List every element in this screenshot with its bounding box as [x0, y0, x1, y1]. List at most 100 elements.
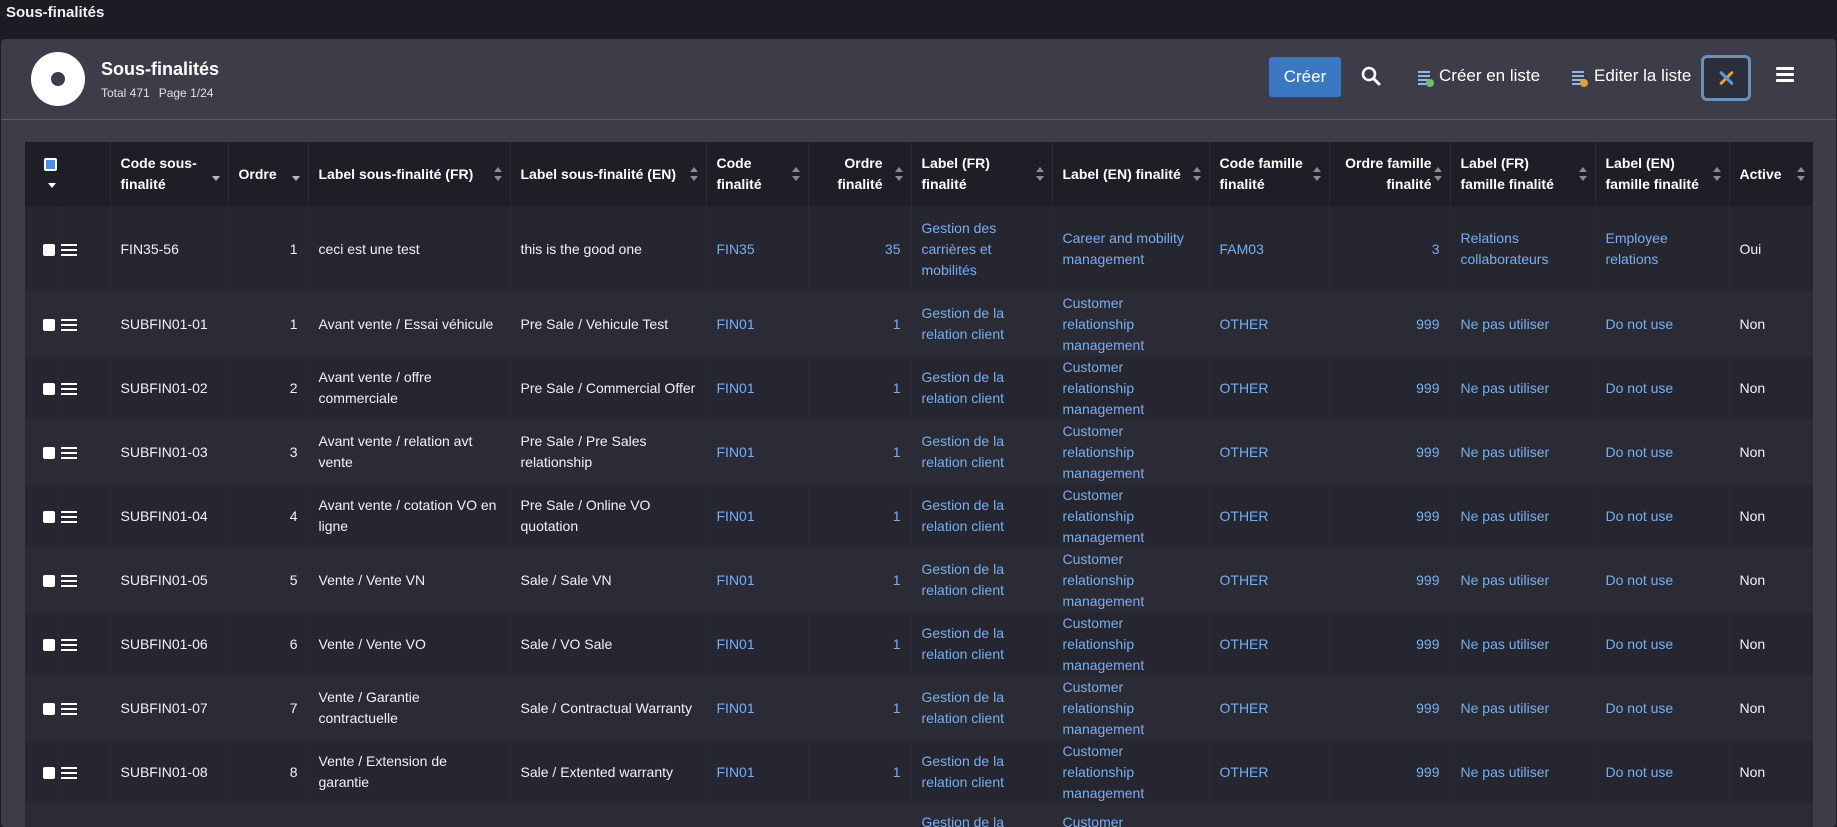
table-cell[interactable]: Ne pas utiliser — [1450, 420, 1596, 484]
table-cell[interactable]: OTHER — [1209, 612, 1330, 676]
edit-list-button[interactable]: Editer la liste — [1594, 66, 1691, 86]
table-cell[interactable]: OTHER — [1209, 420, 1330, 484]
table-cell[interactable]: 1 — [808, 420, 912, 484]
table-cell[interactable]: Ne pas utiliser — [1450, 484, 1596, 548]
sort-icon[interactable] — [894, 167, 903, 181]
select-all-header[interactable] — [25, 142, 58, 206]
table-cell[interactable]: Ne pas utiliser — [1450, 676, 1596, 740]
sort-icon[interactable] — [291, 167, 300, 181]
table-cell[interactable]: Customer relationship management — [1052, 740, 1210, 804]
sort-icon[interactable] — [1712, 167, 1721, 181]
table-cell[interactable]: 999 — [1329, 420, 1451, 484]
table-cell[interactable]: Customer relationship — [1052, 804, 1210, 827]
table-cell[interactable]: Employee relations — [1595, 206, 1730, 292]
sort-icon[interactable] — [1578, 167, 1587, 181]
table-cell[interactable]: 1 — [808, 292, 912, 356]
table-cell[interactable]: 3 — [1329, 206, 1451, 292]
row-checkbox[interactable] — [43, 382, 55, 395]
table-row[interactable]: FIN35-56 1 ceci est une test this is the go… — [25, 206, 1813, 292]
sort-icon[interactable] — [791, 167, 800, 181]
row-checkbox[interactable] — [43, 243, 55, 256]
table-cell[interactable]: FIN01 — [706, 612, 809, 676]
column-header[interactable]: Label (EN) famille finalité — [1595, 142, 1730, 206]
table-cell[interactable]: Customer relationship management — [1052, 356, 1210, 420]
select-all-checkbox[interactable] — [44, 157, 57, 171]
table-cell[interactable]: 999 — [1329, 612, 1451, 676]
table-cell[interactable]: FIN01 — [706, 676, 809, 740]
column-header[interactable]: Label sous-finalité (FR) — [308, 142, 511, 206]
table-cell[interactable]: FIN01 — [706, 740, 809, 804]
table-row[interactable]: SUBFIN01-03 3 Avant vente / relation avt v… — [25, 420, 1813, 484]
table-cell[interactable]: Do not use — [1595, 612, 1730, 676]
column-header[interactable]: Label (FR) famille finalité — [1450, 142, 1596, 206]
row-checkbox[interactable] — [43, 574, 55, 587]
table-cell[interactable] — [1209, 804, 1330, 827]
table-cell[interactable] — [808, 804, 912, 827]
table-cell[interactable]: Gestion de la relation client — [911, 484, 1053, 548]
row-checkbox[interactable] — [43, 702, 55, 715]
table-cell[interactable]: Do not use — [1595, 356, 1730, 420]
table-row[interactable]: SUBFIN01-04 4 Avant vente / cotation VO en… — [25, 484, 1813, 548]
table-cell[interactable]: 35 — [808, 206, 912, 292]
table-row[interactable]: Gestion de laCustomer relationship — [25, 804, 1813, 827]
table-cell[interactable]: Gestion de la relation client — [911, 740, 1053, 804]
table-cell[interactable]: Customer relationship management — [1052, 420, 1210, 484]
table-cell[interactable]: Customer relationship management — [1052, 548, 1210, 612]
table-cell[interactable]: OTHER — [1209, 740, 1330, 804]
column-header[interactable]: Active — [1729, 142, 1813, 206]
search-icon[interactable] — [1361, 66, 1381, 86]
column-header[interactable]: Ordre finalité — [808, 142, 912, 206]
row-menu-icon[interactable] — [60, 638, 77, 652]
column-header[interactable]: Label sous-finalité (EN) — [510, 142, 707, 206]
table-cell[interactable]: Gestion des carrières et mobilités — [911, 206, 1053, 292]
table-cell[interactable] — [1450, 804, 1596, 827]
sort-icon[interactable] — [1312, 167, 1321, 181]
table-row[interactable]: SUBFIN01-07 7 Vente / Garantie contractuel… — [25, 676, 1813, 740]
table-cell[interactable]: 999 — [1329, 292, 1451, 356]
table-cell[interactable]: Ne pas utiliser — [1450, 612, 1596, 676]
table-row[interactable]: SUBFIN01-06 6 Vente / Vente VO Sale / VO Sa… — [25, 612, 1813, 676]
sort-icon[interactable] — [1035, 167, 1044, 181]
table-cell[interactable]: 999 — [1329, 548, 1451, 612]
table-cell[interactable]: 1 — [808, 740, 912, 804]
table-cell[interactable]: OTHER — [1209, 548, 1330, 612]
table-cell[interactable]: Do not use — [1595, 292, 1730, 356]
table-cell[interactable]: 999 — [1329, 676, 1451, 740]
table-cell[interactable]: FIN01 — [706, 548, 809, 612]
table-cell[interactable]: 999 — [1329, 740, 1451, 804]
table-cell[interactable]: Gestion de la relation client — [911, 356, 1053, 420]
table-row[interactable]: SUBFIN01-05 5 Vente / Vente VN Sale / Sale … — [25, 548, 1813, 612]
table-cell[interactable]: FIN01 — [706, 484, 809, 548]
row-menu-icon[interactable] — [60, 318, 77, 332]
create-list-button[interactable]: Créer en liste — [1439, 66, 1540, 86]
table-cell[interactable]: Do not use — [1595, 676, 1730, 740]
table-row[interactable]: SUBFIN01-02 2 Avant vente / offre commerci… — [25, 356, 1813, 420]
row-menu-icon[interactable] — [60, 702, 77, 716]
table-cell[interactable]: FIN35 — [706, 206, 809, 292]
table-cell[interactable]: OTHER — [1209, 484, 1330, 548]
table-cell[interactable]: Gestion de la relation client — [911, 676, 1053, 740]
table-cell[interactable]: FAM03 — [1209, 206, 1330, 292]
table-cell[interactable]: Customer relationship management — [1052, 612, 1210, 676]
sort-icon[interactable] — [689, 167, 698, 181]
row-menu-icon[interactable] — [60, 382, 77, 396]
table-cell[interactable]: 1 — [808, 548, 912, 612]
table-cell[interactable] — [706, 804, 809, 827]
row-menu-icon[interactable] — [60, 766, 77, 780]
table-cell[interactable]: Customer relationship management — [1052, 676, 1210, 740]
table-cell[interactable]: Career and mobility management — [1052, 206, 1210, 292]
row-menu-icon[interactable] — [60, 574, 77, 588]
chevron-down-icon[interactable] — [48, 182, 56, 188]
sort-icon[interactable] — [1192, 167, 1201, 181]
table-cell[interactable]: FIN01 — [706, 356, 809, 420]
column-header[interactable]: Label (EN) finalité — [1052, 142, 1210, 206]
table-cell[interactable]: Do not use — [1595, 484, 1730, 548]
table-cell[interactable]: OTHER — [1209, 292, 1330, 356]
table-cell[interactable]: 1 — [808, 484, 912, 548]
menu-icon[interactable] — [1776, 67, 1794, 83]
table-cell[interactable]: Gestion de la relation client — [911, 292, 1053, 356]
table-cell[interactable]: Ne pas utiliser — [1450, 740, 1596, 804]
table-cell[interactable]: Customer relationship management — [1052, 484, 1210, 548]
row-checkbox[interactable] — [43, 318, 55, 331]
table-cell[interactable] — [1595, 804, 1730, 827]
